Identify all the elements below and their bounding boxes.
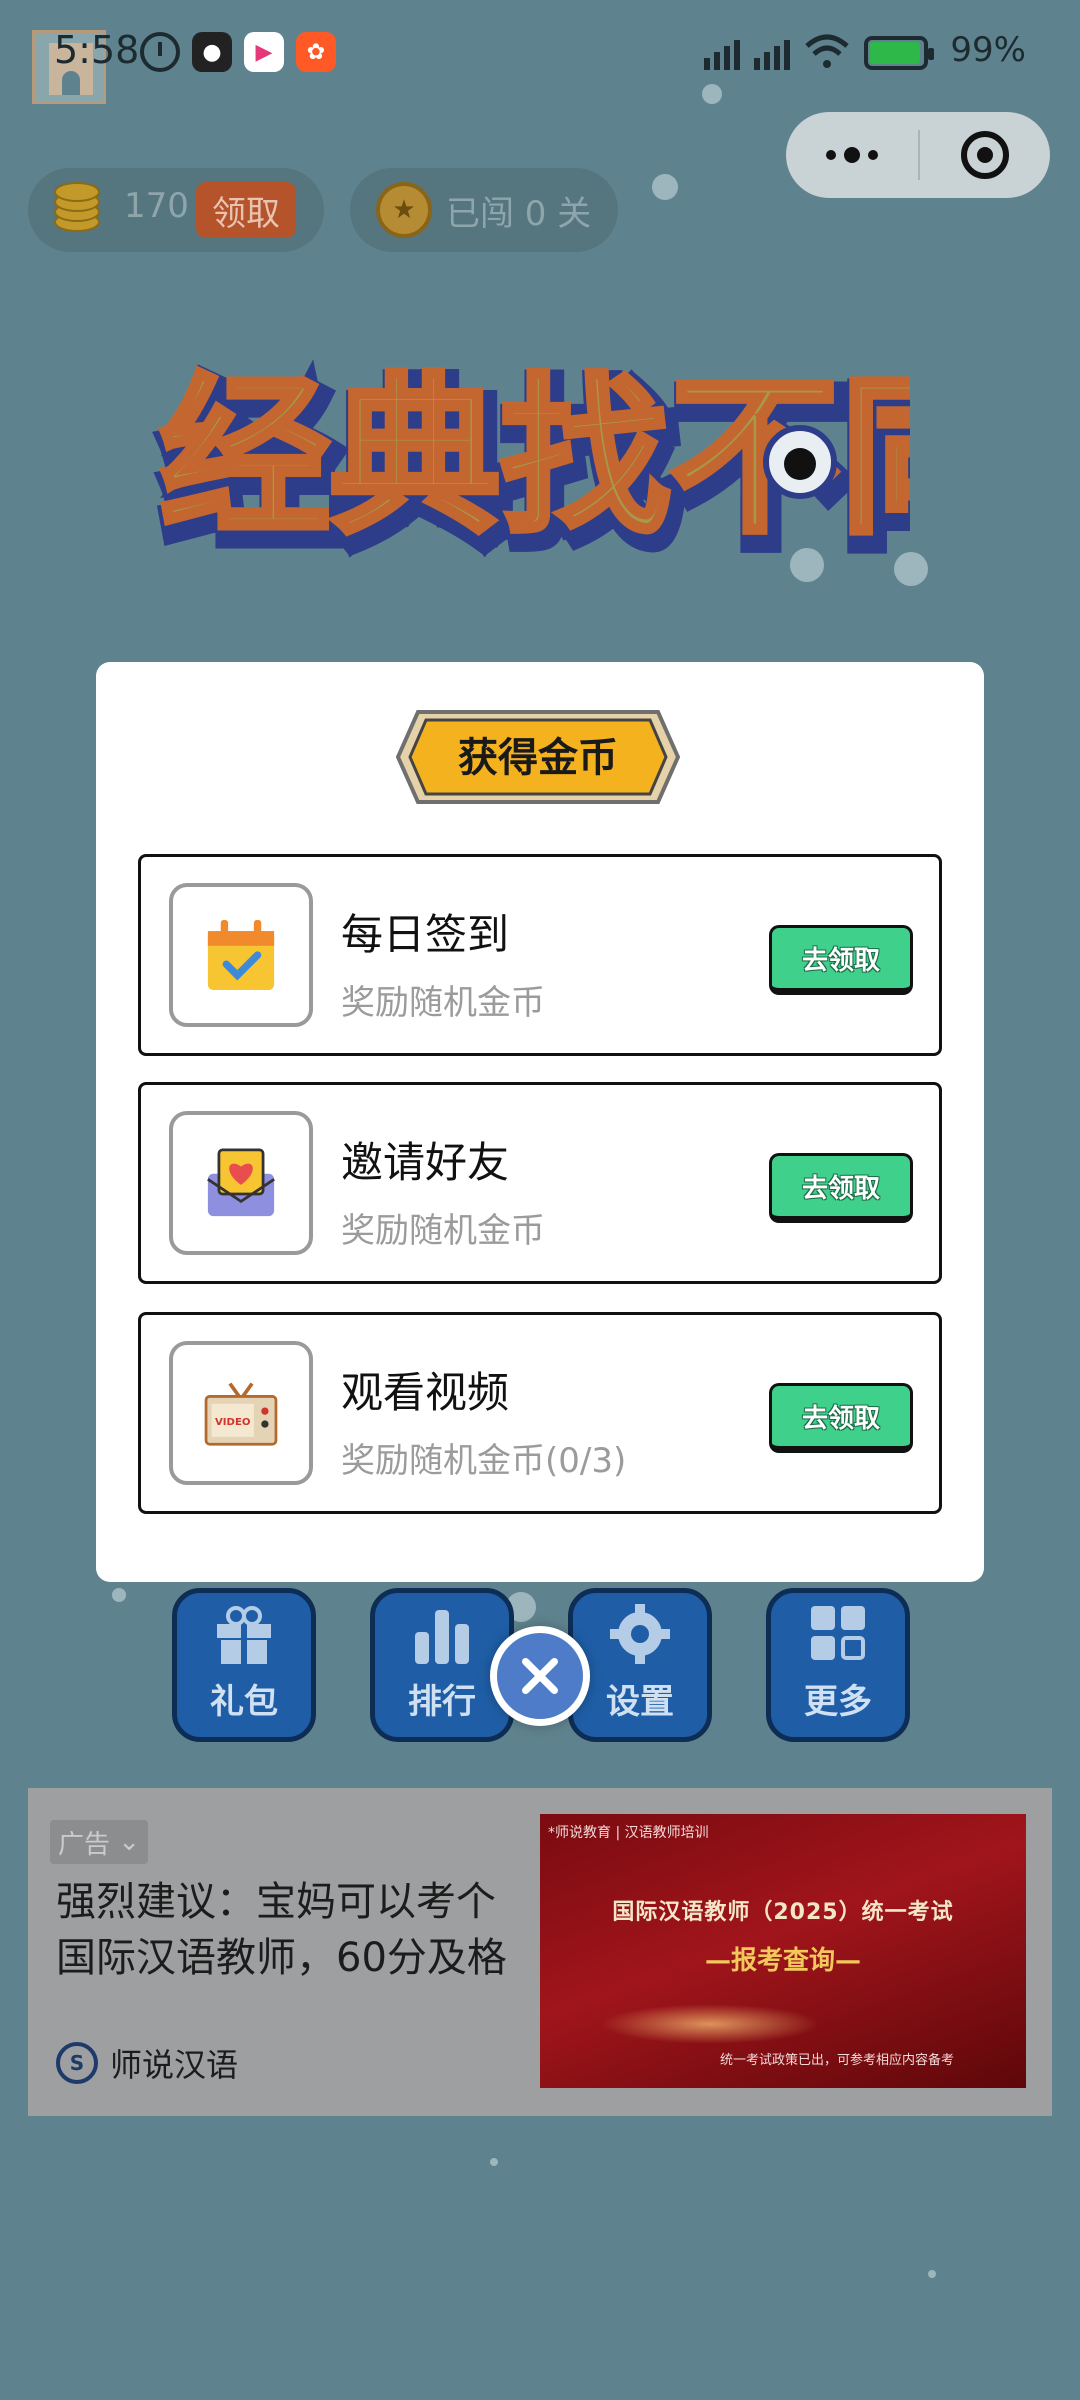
ad-image-headline: 国际汉语教师（2025）统一考试 (612, 1900, 954, 1925)
shopping-app-icon: ✿ (296, 32, 336, 72)
toolbar-gift-button[interactable]: 礼包 (172, 1588, 316, 1742)
wifi-icon (804, 34, 850, 70)
ranking-icon (415, 1610, 469, 1664)
reward-row-daily-checkin: 每日签到 奖励随机金币 去领取 (138, 854, 942, 1056)
ad-image[interactable]: *师说教育 | 汉语教师培训 国际汉语教师（2025）统一考试 —报考查询— 统… (540, 1814, 1026, 2088)
toolbar-label: 排行 (408, 1682, 476, 1722)
ad-image-footer: 统一考试政策已出，可参考相应内容备考 (719, 2053, 954, 2068)
signal-icon (754, 34, 791, 70)
toolbar-settings-button[interactable]: 设置 (568, 1588, 712, 1742)
reward-title: 观看视频 (341, 1368, 510, 1417)
earn-coins-modal: 获得金币 每日签到 奖励随机金币 去领取 邀请好友 奖励随机金币 去领取 VID… (96, 662, 984, 1582)
system-icons: 99% (704, 30, 1026, 70)
video-app-icon: ▶ (244, 32, 284, 72)
alarm-icon (140, 32, 180, 72)
battery-icon (864, 36, 935, 70)
ad-label[interactable]: 广告 ⌄ (50, 1820, 148, 1864)
status-bar: 5:58 ● ▶ ✿ 99% (0, 0, 1080, 110)
background-dot (490, 2158, 498, 2166)
target-close-icon[interactable] (920, 112, 1050, 198)
calendar-check-icon (169, 883, 313, 1027)
medal-icon: ★ (376, 182, 432, 238)
toolbar-more-button[interactable]: 更多 (766, 1588, 910, 1742)
more-dots-icon[interactable] (786, 112, 918, 198)
grid-more-icon (811, 1606, 865, 1660)
tv-video-icon: VIDEO (169, 1341, 313, 1485)
miniprogram-capsule (786, 112, 1050, 198)
background-dot (112, 1588, 126, 1602)
coin-stack-icon (50, 182, 106, 238)
toolbar-label: 更多 (804, 1682, 872, 1722)
background-dot (928, 2270, 936, 2278)
levels-passed: 已闯 0 关 (446, 194, 592, 234)
reward-subtitle: 奖励随机金币(0/3) (341, 1441, 627, 1481)
ad-banner[interactable]: 广告 ⌄ 强烈建议：宝妈可以考个国际汉语教师，60分及格 S 师说汉语 *师说教… (28, 1788, 1052, 2116)
modal-title-banner: 获得金币 (395, 704, 681, 810)
reward-row-invite-friends: 邀请好友 奖励随机金币 去领取 (138, 1082, 942, 1284)
brand-logo-icon: S (56, 2042, 98, 2084)
coin-counter: 170 领取 (28, 168, 324, 252)
ad-image-subheadline: —报考查询— (704, 1946, 861, 1976)
gift-icon (217, 1606, 271, 1664)
ad-brand[interactable]: S 师说汉语 (56, 2040, 238, 2086)
reward-subtitle: 奖励随机金币 (341, 983, 545, 1023)
gear-icon (610, 1604, 670, 1664)
reward-title: 每日签到 (341, 910, 510, 959)
game-title-logo: 经典找不同 经典找不同 (150, 340, 1027, 580)
ad-headline[interactable]: 强烈建议：宝妈可以考个国际汉语教师，60分及格 (56, 1874, 526, 1986)
ad-image-toptext: *师说教育 | 汉语教师培训 (548, 1825, 709, 1841)
level-counter: ★ 已闯 0 关 (350, 168, 618, 252)
close-modal-button[interactable] (490, 1626, 590, 1726)
close-icon (522, 1658, 558, 1694)
claim-invite-friends-button[interactable]: 去领取 (769, 1153, 913, 1223)
signal-icon (704, 34, 741, 70)
toolbar-label: 礼包 (210, 1682, 278, 1722)
reward-title: 邀请好友 (341, 1138, 510, 1187)
ad-brand-name: 师说汉语 (110, 2046, 239, 2084)
status-time: 5:58 (54, 28, 140, 72)
toolbar-label: 设置 (606, 1682, 674, 1722)
claim-coins-button[interactable]: 领取 (196, 182, 296, 238)
reward-subtitle: 奖励随机金币 (341, 1211, 545, 1251)
claim-daily-checkin-button[interactable]: 去领取 (769, 925, 913, 995)
battery-percent: 99% (950, 30, 1026, 70)
svg-text:VIDEO: VIDEO (215, 1417, 251, 1428)
reward-row-watch-video: VIDEO 观看视频 奖励随机金币(0/3) 去领取 (138, 1312, 942, 1514)
background-dot (652, 174, 678, 200)
notification-icons: ● ▶ ✿ (140, 32, 336, 72)
modal-title: 获得金币 (458, 734, 618, 781)
coin-count: 170 (124, 186, 189, 226)
app-notification-icon: ● (192, 32, 232, 72)
envelope-heart-icon (169, 1111, 313, 1255)
claim-watch-video-button[interactable]: 去领取 (769, 1383, 913, 1453)
